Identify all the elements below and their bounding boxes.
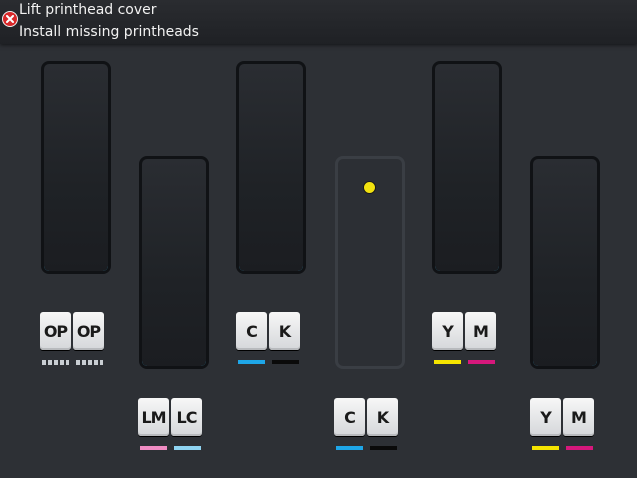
label-group-y-m-2: Y M bbox=[530, 398, 596, 436]
color-bar-cyan bbox=[238, 360, 265, 364]
label-key: M bbox=[563, 398, 594, 436]
printhead-outline bbox=[44, 164, 108, 271]
label-key: M bbox=[465, 312, 496, 350]
color-bar-light-cyan bbox=[174, 446, 201, 450]
printhead-outline bbox=[435, 164, 499, 271]
label-key: LC bbox=[171, 398, 202, 436]
label-key: Y bbox=[530, 398, 561, 436]
label-group-op: OP OP bbox=[40, 312, 106, 350]
color-bar-light-magenta bbox=[140, 446, 167, 450]
error-icon bbox=[2, 11, 18, 27]
printhead-slot-op[interactable] bbox=[41, 61, 111, 274]
color-bar-op bbox=[42, 360, 69, 365]
label-key: C bbox=[236, 312, 267, 350]
label-group-c-k-1: C K bbox=[236, 312, 302, 350]
color-bar-op bbox=[76, 360, 103, 365]
color-bar-yellow bbox=[434, 360, 461, 364]
missing-indicator-dot bbox=[363, 181, 376, 194]
color-bar-black bbox=[370, 446, 397, 450]
label-group-lm-lc: LM LC bbox=[138, 398, 204, 436]
status-header: Lift printhead cover Install missing pri… bbox=[0, 0, 637, 44]
printhead-slot-c-k-2-missing[interactable] bbox=[335, 156, 405, 369]
label-group-c-k-2: C K bbox=[334, 398, 400, 436]
printhead-slot-lm-lc[interactable] bbox=[139, 156, 209, 369]
label-key: OP bbox=[73, 312, 104, 350]
printhead-outline bbox=[239, 164, 303, 271]
printhead-slot-y-m-2[interactable] bbox=[530, 156, 600, 369]
color-bar-cyan bbox=[336, 446, 363, 450]
color-bar-black bbox=[272, 360, 299, 364]
color-bar-magenta bbox=[468, 360, 495, 364]
message-lift-cover: Lift printhead cover bbox=[19, 2, 157, 18]
label-key: K bbox=[269, 312, 300, 350]
label-key: Y bbox=[432, 312, 463, 350]
color-bar-magenta bbox=[566, 446, 593, 450]
printhead-outline bbox=[338, 259, 402, 366]
label-key: LM bbox=[138, 398, 169, 436]
printhead-outline bbox=[142, 259, 206, 366]
printhead-outline bbox=[533, 259, 597, 366]
message-install-printheads: Install missing printheads bbox=[19, 24, 199, 40]
label-key: C bbox=[334, 398, 365, 436]
label-group-y-m-1: Y M bbox=[432, 312, 498, 350]
printhead-slot-c-k-1[interactable] bbox=[236, 61, 306, 274]
label-key: K bbox=[367, 398, 398, 436]
color-bar-yellow bbox=[532, 446, 559, 450]
label-key: OP bbox=[40, 312, 71, 350]
printhead-slot-y-m-1[interactable] bbox=[432, 61, 502, 274]
